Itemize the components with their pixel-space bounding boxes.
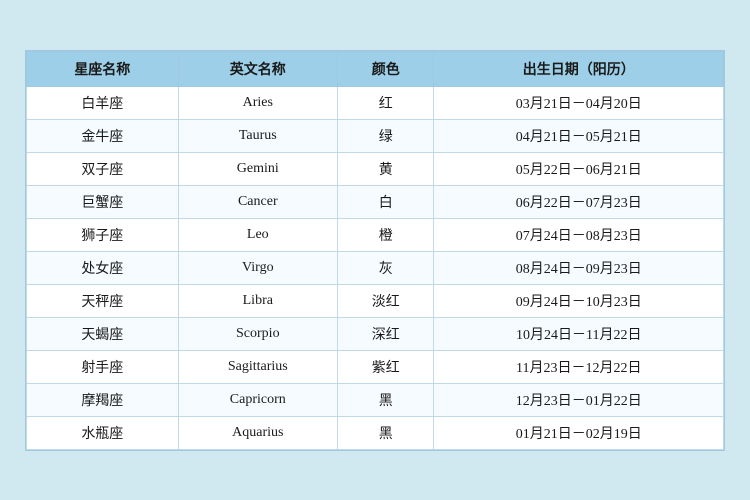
header-color: 颜色 bbox=[337, 51, 434, 86]
table-row: 双子座Gemini黄05月22日－06月21日 bbox=[27, 152, 724, 185]
header-english-name: 英文名称 bbox=[178, 51, 337, 86]
cell-chinese-name: 巨蟹座 bbox=[27, 185, 179, 218]
table-row: 天蝎座Scorpio深红10月24日－11月22日 bbox=[27, 317, 724, 350]
table-row: 处女座Virgo灰08月24日－09月23日 bbox=[27, 251, 724, 284]
cell-color: 黑 bbox=[337, 416, 434, 449]
cell-chinese-name: 水瓶座 bbox=[27, 416, 179, 449]
cell-english-name: Taurus bbox=[178, 119, 337, 152]
zodiac-table: 星座名称 英文名称 颜色 出生日期（阳历） 白羊座Aries红03月21日－04… bbox=[26, 51, 724, 450]
header-dates: 出生日期（阳历） bbox=[434, 51, 724, 86]
table-row: 巨蟹座Cancer白06月22日－07月23日 bbox=[27, 185, 724, 218]
cell-color: 红 bbox=[337, 86, 434, 119]
cell-english-name: Cancer bbox=[178, 185, 337, 218]
cell-english-name: Aquarius bbox=[178, 416, 337, 449]
cell-english-name: Gemini bbox=[178, 152, 337, 185]
cell-color: 黄 bbox=[337, 152, 434, 185]
cell-dates: 07月24日－08月23日 bbox=[434, 218, 724, 251]
table-row: 水瓶座Aquarius黑01月21日－02月19日 bbox=[27, 416, 724, 449]
cell-english-name: Aries bbox=[178, 86, 337, 119]
cell-color: 深红 bbox=[337, 317, 434, 350]
cell-english-name: Scorpio bbox=[178, 317, 337, 350]
cell-color: 绿 bbox=[337, 119, 434, 152]
cell-dates: 03月21日－04月20日 bbox=[434, 86, 724, 119]
cell-english-name: Capricorn bbox=[178, 383, 337, 416]
cell-dates: 04月21日－05月21日 bbox=[434, 119, 724, 152]
cell-chinese-name: 天蝎座 bbox=[27, 317, 179, 350]
cell-chinese-name: 双子座 bbox=[27, 152, 179, 185]
cell-english-name: Leo bbox=[178, 218, 337, 251]
cell-dates: 08月24日－09月23日 bbox=[434, 251, 724, 284]
table-row: 摩羯座Capricorn黑12月23日－01月22日 bbox=[27, 383, 724, 416]
table-body: 白羊座Aries红03月21日－04月20日金牛座Taurus绿04月21日－0… bbox=[27, 86, 724, 449]
cell-dates: 11月23日－12月22日 bbox=[434, 350, 724, 383]
cell-color: 黑 bbox=[337, 383, 434, 416]
cell-english-name: Virgo bbox=[178, 251, 337, 284]
cell-dates: 12月23日－01月22日 bbox=[434, 383, 724, 416]
cell-dates: 05月22日－06月21日 bbox=[434, 152, 724, 185]
table-row: 白羊座Aries红03月21日－04月20日 bbox=[27, 86, 724, 119]
cell-chinese-name: 白羊座 bbox=[27, 86, 179, 119]
table-row: 金牛座Taurus绿04月21日－05月21日 bbox=[27, 119, 724, 152]
table-row: 狮子座Leo橙07月24日－08月23日 bbox=[27, 218, 724, 251]
header-chinese-name: 星座名称 bbox=[27, 51, 179, 86]
cell-color: 白 bbox=[337, 185, 434, 218]
cell-color: 橙 bbox=[337, 218, 434, 251]
zodiac-table-container: 星座名称 英文名称 颜色 出生日期（阳历） 白羊座Aries红03月21日－04… bbox=[25, 50, 725, 451]
cell-chinese-name: 天秤座 bbox=[27, 284, 179, 317]
table-header-row: 星座名称 英文名称 颜色 出生日期（阳历） bbox=[27, 51, 724, 86]
cell-chinese-name: 处女座 bbox=[27, 251, 179, 284]
cell-chinese-name: 射手座 bbox=[27, 350, 179, 383]
cell-chinese-name: 摩羯座 bbox=[27, 383, 179, 416]
cell-dates: 06月22日－07月23日 bbox=[434, 185, 724, 218]
cell-dates: 09月24日－10月23日 bbox=[434, 284, 724, 317]
cell-color: 灰 bbox=[337, 251, 434, 284]
cell-color: 淡红 bbox=[337, 284, 434, 317]
table-row: 射手座Sagittarius紫红11月23日－12月22日 bbox=[27, 350, 724, 383]
cell-dates: 10月24日－11月22日 bbox=[434, 317, 724, 350]
cell-english-name: Libra bbox=[178, 284, 337, 317]
table-row: 天秤座Libra淡红09月24日－10月23日 bbox=[27, 284, 724, 317]
cell-english-name: Sagittarius bbox=[178, 350, 337, 383]
cell-dates: 01月21日－02月19日 bbox=[434, 416, 724, 449]
cell-color: 紫红 bbox=[337, 350, 434, 383]
cell-chinese-name: 金牛座 bbox=[27, 119, 179, 152]
cell-chinese-name: 狮子座 bbox=[27, 218, 179, 251]
